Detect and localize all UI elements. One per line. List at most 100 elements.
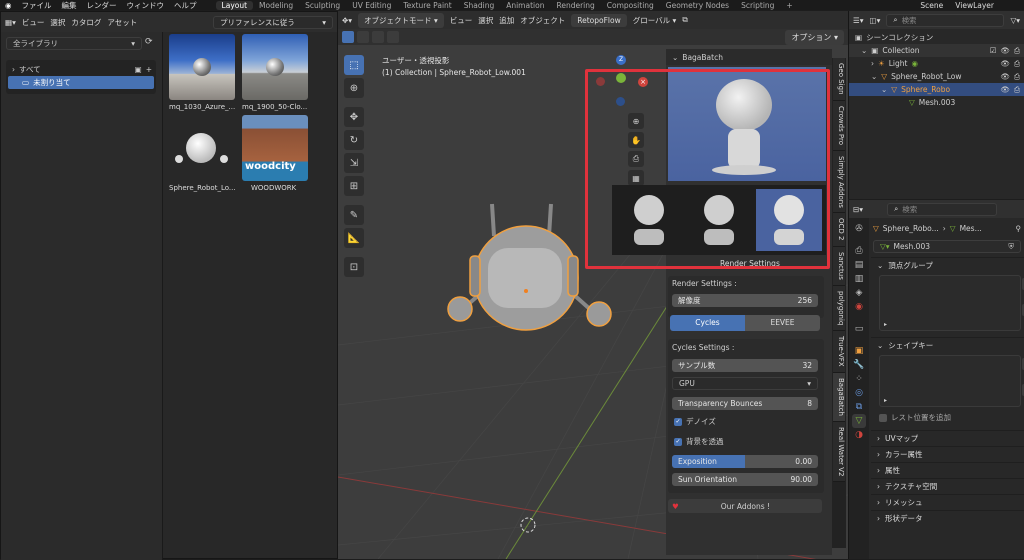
- import-method-dropdown[interactable]: プリファレンスに従う▾: [213, 16, 333, 29]
- outliner-search[interactable]: ⌕検索: [886, 14, 1004, 27]
- object-tab-icon[interactable]: ▣: [852, 344, 866, 358]
- outliner-scene-collection[interactable]: ▣シーンコレクション: [849, 31, 1024, 44]
- physics-tab-icon[interactable]: ◎: [852, 386, 866, 400]
- tab-compositing[interactable]: Compositing: [601, 1, 660, 10]
- menu-view[interactable]: ビュー: [22, 17, 45, 28]
- menu-window[interactable]: ウィンドウ: [122, 0, 170, 10]
- gizmo-z-neg[interactable]: [616, 97, 625, 106]
- mesh-data-selector[interactable]: ▽▾Mesh.003⛨: [873, 240, 1021, 253]
- panel-attributes[interactable]: ›属性: [871, 462, 1024, 478]
- denoise-checkbox[interactable]: ✓デノイズ: [668, 415, 818, 428]
- collection-tab-icon[interactable]: ▭: [852, 322, 866, 336]
- measure-tool-icon[interactable]: 📐: [344, 228, 364, 248]
- annotate-tool-icon[interactable]: ✎: [344, 205, 364, 225]
- panel-remesh[interactable]: ›リメッシュ: [871, 494, 1024, 510]
- engine-cycles-button[interactable]: Cycles: [670, 315, 745, 331]
- list-resize-icon[interactable]: ▸: [884, 397, 887, 404]
- scene-tab-icon[interactable]: ◈: [852, 286, 866, 300]
- tab-sanctus[interactable]: Sanctus: [833, 247, 845, 286]
- camera-icon[interactable]: ⎙: [1014, 72, 1024, 82]
- asset-thumb-robot[interactable]: [169, 115, 235, 181]
- rest-position-checkbox[interactable]: レスト位置を追加: [871, 411, 1024, 424]
- view-layer-name[interactable]: ViewLayer: [949, 1, 1024, 10]
- visibility-icon[interactable]: 👁: [1000, 72, 1010, 81]
- editor-type-icon[interactable]: ✥▾: [342, 16, 352, 25]
- editor-type-icon[interactable]: ☰▾: [853, 16, 864, 25]
- menu-catalog[interactable]: カタログ: [71, 17, 101, 28]
- shape-keys-list[interactable]: + ⌄ ▸: [879, 355, 1021, 407]
- menu-add[interactable]: 追加: [499, 15, 514, 26]
- exposition-slider[interactable]: Exposition0.00: [672, 455, 818, 468]
- engine-eevee-button[interactable]: EEVEE: [745, 315, 820, 331]
- filter-icon[interactable]: ▽▾: [1010, 16, 1020, 25]
- tab-geometry-nodes[interactable]: Geometry Nodes: [660, 1, 735, 10]
- panel-uv-maps[interactable]: ›UVマップ: [871, 430, 1024, 446]
- library-dropdown[interactable]: 全ライブラリ▾: [6, 37, 142, 50]
- pan-hand-icon[interactable]: ✋: [628, 132, 644, 148]
- panel-texture-space[interactable]: ›テクスチャ空間: [871, 478, 1024, 494]
- bagabatch-title[interactable]: ⌄BagaBatch: [666, 49, 832, 65]
- outliner-robot[interactable]: ⌄▽Sphere_Robot_Low👁⎙: [849, 70, 1024, 83]
- device-dropdown[interactable]: GPU▾: [672, 377, 818, 390]
- asset-thumb-woodwork[interactable]: woodcity: [242, 115, 308, 181]
- move-tool-icon[interactable]: ✥: [344, 107, 364, 127]
- transform-orientation[interactable]: グローバル ▾: [633, 15, 677, 26]
- cursor-tool-icon[interactable]: ⊕: [344, 78, 364, 98]
- tab-geo-sign[interactable]: Geo Sign: [833, 58, 845, 101]
- panel-geometry-data[interactable]: ›形状データ: [871, 510, 1024, 526]
- options-dropdown[interactable]: オプション ▾: [785, 30, 844, 45]
- transform-tool-icon[interactable]: ⊞: [344, 176, 364, 196]
- camera-icon[interactable]: ⎙: [1014, 85, 1024, 95]
- retopoflow-button[interactable]: RetopoFlow: [571, 14, 627, 27]
- scene-name[interactable]: Scene: [914, 1, 949, 10]
- tool-tab-icon[interactable]: ✇: [852, 222, 866, 236]
- our-addons-button[interactable]: ♥ Our Addons !: [668, 499, 822, 513]
- camera-icon[interactable]: ⎙: [628, 151, 644, 167]
- gizmo-x-neg[interactable]: [596, 77, 605, 86]
- camera-icon[interactable]: ⎙: [1014, 46, 1024, 56]
- preview-thumb-1[interactable]: [616, 189, 682, 251]
- grid-ortho-icon[interactable]: ▦: [628, 170, 644, 186]
- mode-dropdown[interactable]: オブジェクトモード ▾: [358, 13, 444, 28]
- rotate-tool-icon[interactable]: ↻: [344, 130, 364, 150]
- menu-render[interactable]: レンダー: [82, 0, 122, 10]
- material-tab-icon[interactable]: ◑: [852, 428, 866, 442]
- outliner-collection[interactable]: ⌄▣Collection☑👁⎙: [849, 44, 1024, 57]
- render-settings-label[interactable]: Render Settings: [720, 259, 780, 268]
- tab-uv-editing[interactable]: UV Editing: [346, 1, 397, 10]
- gizmo-y-axis[interactable]: [616, 73, 626, 83]
- world-tab-icon[interactable]: ◉: [852, 300, 866, 314]
- gizmo-x-axis[interactable]: ×: [638, 77, 648, 87]
- select-mode-icon[interactable]: [342, 31, 354, 43]
- properties-search[interactable]: ⌕検索: [887, 203, 997, 216]
- catalog-item-unassigned[interactable]: ▭未割り当て: [8, 76, 154, 89]
- catalog-item-all[interactable]: ›すべて▣+: [6, 63, 156, 76]
- editor-type-icon[interactable]: ⊟▾: [853, 205, 863, 214]
- select-invert-icon[interactable]: [387, 31, 399, 43]
- editor-type-icon[interactable]: ▦▾: [5, 18, 16, 27]
- panel-vertex-groups[interactable]: ⌄頂点グループ: [871, 257, 1024, 273]
- add-cube-tool-icon[interactable]: ⊡: [344, 257, 364, 277]
- checkbox-icon[interactable]: ☑: [990, 46, 997, 55]
- menu-object[interactable]: オブジェクト: [520, 15, 565, 26]
- panel-color-attributes[interactable]: ›カラー属性: [871, 446, 1024, 462]
- filter-display-icon[interactable]: ◫▾: [870, 16, 881, 25]
- select-subtract-icon[interactable]: [372, 31, 384, 43]
- menu-select[interactable]: 選択: [50, 17, 65, 28]
- select-extend-icon[interactable]: [357, 31, 369, 43]
- robot-model[interactable]: [434, 196, 624, 346]
- mesh-data-tab-icon[interactable]: ▽: [852, 414, 866, 428]
- preview-thumb-3[interactable]: [756, 189, 822, 251]
- menu-edit[interactable]: 編集: [57, 0, 82, 10]
- tab-crowds-pro[interactable]: Crowds Pro: [833, 101, 845, 151]
- tab-layout[interactable]: Layout: [216, 1, 254, 10]
- menu-view[interactable]: ビュー: [450, 15, 473, 26]
- menu-help[interactable]: ヘルプ: [169, 0, 202, 10]
- outliner-light[interactable]: ›☀Light◉👁⎙: [849, 57, 1024, 70]
- visibility-icon[interactable]: 👁: [1000, 85, 1010, 94]
- panel-shape-keys[interactable]: ⌄シェイプキー: [871, 337, 1024, 353]
- gizmo-z-axis[interactable]: Z: [616, 55, 626, 65]
- constraints-tab-icon[interactable]: ⧉: [852, 400, 866, 414]
- tab-animation[interactable]: Animation: [500, 1, 550, 10]
- camera-icon[interactable]: ⎙: [1014, 59, 1024, 69]
